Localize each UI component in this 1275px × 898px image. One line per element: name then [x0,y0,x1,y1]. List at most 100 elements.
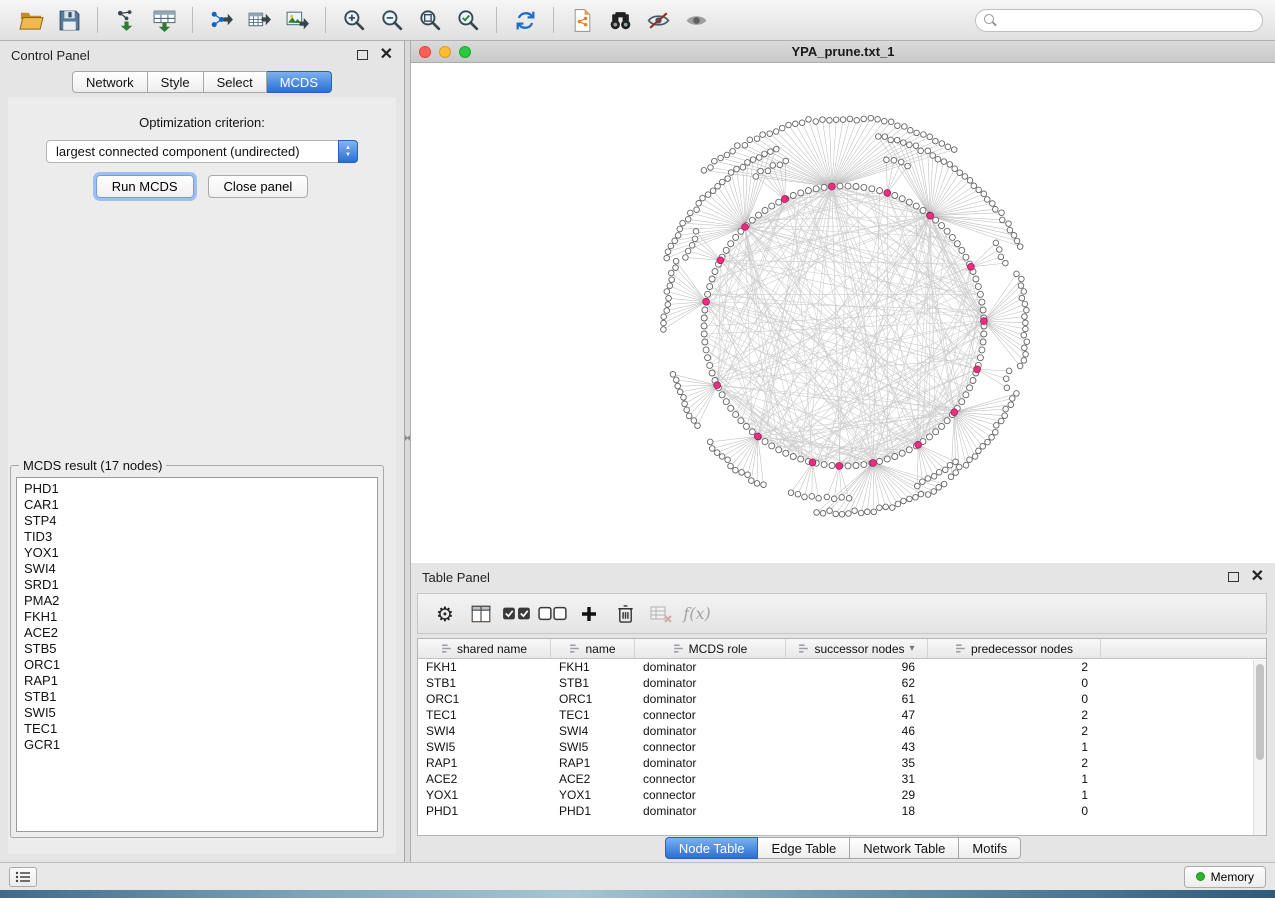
cell-shared-name: TEC1 [418,708,551,722]
memory-button[interactable]: Memory [1184,866,1266,888]
toolbar-separator [496,7,497,33]
cell-predecessor-nodes: 1 [928,740,1101,754]
zoom-selected-icon[interactable] [450,4,486,36]
cell-name: ACE2 [551,772,635,786]
mcds-result-item[interactable]: STB5 [17,641,377,657]
mcds-tab-content: Optimization criterion: largest connecte… [8,97,396,854]
export-image-icon[interactable] [279,4,315,36]
close-panel-button[interactable]: Close panel [208,175,309,198]
table-row[interactable]: ACE2ACE2connector311 [418,771,1266,787]
binoculars-icon[interactable] [602,4,638,36]
close-window-button[interactable] [419,46,431,58]
zoom-window-button[interactable] [459,46,471,58]
memory-button-label: Memory [1211,870,1254,884]
tab-mcds[interactable]: MCDS [267,71,332,93]
column-header-name[interactable]: name [551,639,635,658]
select-all-icon[interactable] [502,599,532,629]
float-panel-icon[interactable] [357,50,368,60]
mcds-result-item[interactable]: SRD1 [17,577,377,593]
mcds-result-item[interactable]: STP4 [17,513,377,529]
cell-successor-nodes: 46 [786,724,928,738]
search-box[interactable] [975,9,1263,32]
mcds-result-item[interactable]: ACE2 [17,625,377,641]
mcds-result-item[interactable]: FKH1 [17,609,377,625]
mcds-result-item[interactable]: ORC1 [17,657,377,673]
clear-table-icon[interactable] [646,599,676,629]
add-row-icon[interactable] [574,599,604,629]
export-network-icon[interactable] [203,4,239,36]
deselect-all-icon[interactable] [538,599,568,629]
column-header-shared-name[interactable]: shared name [418,639,551,658]
cell-shared-name: FKH1 [418,660,551,674]
settings-gear-icon[interactable]: ⚙ [430,599,460,629]
table-row[interactable]: ORC1ORC1dominator610 [418,691,1266,707]
cell-name: STB1 [551,676,635,690]
table-row[interactable]: SWI4SWI4dominator462 [418,723,1266,739]
float-table-panel-icon[interactable] [1228,572,1239,582]
network-canvas[interactable] [411,63,1275,563]
minimize-window-button[interactable] [439,46,451,58]
mcds-result-item[interactable]: TEC1 [17,721,377,737]
tab-style[interactable]: Style [148,71,204,93]
mcds-result-item[interactable]: GCR1 [17,737,377,753]
table-row[interactable]: YOX1YOX1connector291 [418,787,1266,803]
cell-shared-name: ORC1 [418,692,551,706]
table-row[interactable]: PHD1PHD1dominator180 [418,803,1266,819]
share-session-icon[interactable] [564,4,600,36]
refresh-icon[interactable] [507,4,543,36]
run-mcds-button[interactable]: Run MCDS [96,175,194,198]
mcds-result-item[interactable]: STB1 [17,689,377,705]
close-panel-icon[interactable]: ✕ [380,47,393,63]
close-table-panel-icon[interactable]: ✕ [1251,569,1264,585]
table-row[interactable]: TEC1TEC1connector472 [418,707,1266,723]
tab-select[interactable]: Select [204,71,267,93]
import-network-icon[interactable] [108,4,144,36]
mcds-result-item[interactable]: CAR1 [17,497,377,513]
table-row[interactable]: SWI5SWI5connector431 [418,739,1266,755]
cell-mcds-role: dominator [635,724,786,738]
export-table-icon[interactable] [241,4,277,36]
cell-name: SWI4 [551,724,635,738]
zoom-out-icon[interactable] [374,4,410,36]
table-row[interactable]: RAP1RAP1dominator352 [418,755,1266,771]
cell-predecessor-nodes: 2 [928,708,1101,722]
eye-icon[interactable] [678,4,714,36]
table-row[interactable]: FKH1FKH1dominator962 [418,659,1266,675]
mcds-result-item[interactable]: SWI5 [17,705,377,721]
column-chooser-icon[interactable] [466,599,496,629]
tab-node-table[interactable]: Node Table [665,837,759,859]
tab-motifs[interactable]: Motifs [959,837,1021,859]
cell-predecessor-nodes: 1 [928,788,1101,802]
table-row[interactable]: STB1STB1dominator620 [418,675,1266,691]
mcds-result-item[interactable]: TID3 [17,529,377,545]
cell-shared-name: STB1 [418,676,551,690]
toolbar-separator [553,7,554,33]
column-header-mcds-role[interactable]: MCDS role [635,639,786,658]
scrollbar-thumb[interactable] [1256,664,1264,760]
import-table-icon[interactable] [146,4,182,36]
column-header-successor-nodes[interactable]: successor nodes▾ [786,639,928,658]
cell-successor-nodes: 31 [786,772,928,786]
function-builder-icon[interactable]: f(x) [682,599,712,629]
tab-network[interactable]: Network [72,71,148,93]
eye-off-icon[interactable] [640,4,676,36]
table-panel-titlebar: Table Panel ✕ [411,563,1275,591]
tab-network-table[interactable]: Network Table [850,837,959,859]
mcds-result-item[interactable]: RAP1 [17,673,377,689]
zoom-in-icon[interactable] [336,4,372,36]
tab-edge-table[interactable]: Edge Table [758,837,850,859]
save-session-icon[interactable] [51,4,87,36]
search-input[interactable] [975,9,1263,32]
criterion-select[interactable]: largest connected component (undirected)… [46,140,358,163]
mcds-result-list[interactable]: PHD1CAR1STP4TID3YOX1SWI4SRD1PMA2FKH1ACE2… [16,477,378,832]
mcds-result-item[interactable]: PMA2 [17,593,377,609]
mcds-result-item[interactable]: SWI4 [17,561,377,577]
table-scrollbar[interactable] [1253,660,1266,835]
mcds-result-item[interactable]: YOX1 [17,545,377,561]
mcds-result-item[interactable]: PHD1 [17,481,377,497]
delete-row-icon[interactable] [610,599,640,629]
column-header-predecessor-nodes[interactable]: predecessor nodes [928,639,1101,658]
task-history-button[interactable] [9,867,37,887]
open-file-icon[interactable] [13,4,49,36]
zoom-fit-icon[interactable] [412,4,448,36]
